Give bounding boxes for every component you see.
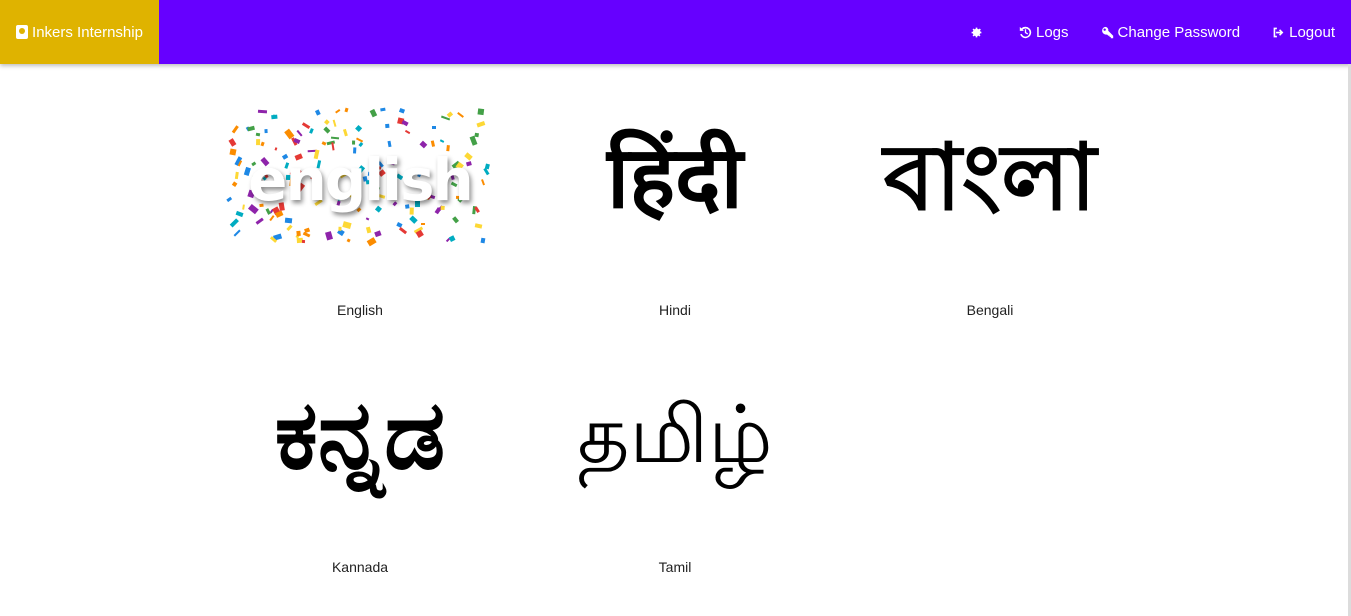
confetti-piece <box>231 125 240 135</box>
settings-button[interactable] <box>954 0 1003 64</box>
confetti-piece <box>230 218 240 228</box>
address-card-icon <box>16 25 29 39</box>
confetti-piece <box>477 108 485 116</box>
confetti-piece <box>323 126 331 133</box>
confetti-piece <box>452 216 459 223</box>
confetti-piece <box>432 126 437 130</box>
language-label-bengali: Bengali <box>966 302 1014 318</box>
confetti-piece <box>355 137 363 143</box>
confetti-piece <box>286 224 293 231</box>
logout-label: Logout <box>1289 23 1335 41</box>
confetti-piece <box>449 235 456 242</box>
history-icon <box>1019 26 1032 38</box>
confetti-piece <box>308 127 314 134</box>
confetti-piece <box>365 216 370 221</box>
confetti-piece <box>331 120 337 128</box>
sign-out-icon <box>1273 27 1284 37</box>
confetti-piece <box>315 109 321 116</box>
confetti-piece <box>255 132 260 136</box>
confetti-piece <box>352 140 356 145</box>
confetti-piece <box>256 217 265 225</box>
confetti-piece <box>469 135 478 146</box>
confetti-piece <box>480 237 485 243</box>
confetti-piece <box>457 112 465 119</box>
confetti-piece <box>398 227 407 235</box>
confetti-piece <box>337 226 342 231</box>
logout-link[interactable]: Logout <box>1256 0 1351 64</box>
confetti-piece <box>269 215 275 222</box>
confetti-piece <box>420 222 425 225</box>
confetti-piece <box>346 238 352 243</box>
top-navbar: Inkers Internship Logs Change Password L… <box>0 0 1351 64</box>
confetti-piece <box>256 139 261 146</box>
confetti-piece <box>344 108 349 113</box>
confetti-piece <box>247 125 255 131</box>
hindi-art-text: हिंदी <box>607 128 743 228</box>
english-art-text: english <box>248 146 474 214</box>
confetti-piece <box>355 124 363 133</box>
confetti-piece <box>342 221 351 229</box>
language-card-kannada[interactable]: ಕನ್ನಡ Kannada <box>205 345 515 585</box>
confetti-piece <box>334 108 341 114</box>
confetti-piece <box>233 229 241 237</box>
confetti-piece <box>370 109 378 118</box>
english-image: english <box>205 88 515 268</box>
confetti-piece <box>342 128 348 136</box>
language-label-kannada: Kannada <box>331 559 389 575</box>
bengali-image: বাংলা <box>835 88 1145 268</box>
confetti-piece <box>374 230 382 238</box>
key-icon <box>1101 26 1113 38</box>
confetti-art: english <box>225 108 495 248</box>
tamil-image: தமிழ் <box>520 345 830 525</box>
tamil-art-text: தமிழ் <box>577 388 773 481</box>
confetti-piece <box>257 109 267 114</box>
nav-menu: Logs Change Password Logout <box>954 0 1351 64</box>
kannada-image: ಕನ್ನಡ <box>205 345 515 525</box>
gear-icon <box>971 27 982 37</box>
confetti-piece <box>475 132 480 137</box>
confetti-piece <box>301 122 310 130</box>
language-label-hindi: Hindi <box>659 302 691 318</box>
language-label-tamil: Tamil <box>658 559 692 575</box>
confetti-piece <box>399 108 406 114</box>
confetti-piece <box>379 108 386 112</box>
confetti-piece <box>296 129 303 137</box>
confetti-piece <box>270 114 278 119</box>
language-card-tamil[interactable]: தமிழ் Tamil <box>520 345 830 585</box>
change-password-link[interactable]: Change Password <box>1085 0 1257 64</box>
confetti-piece <box>264 129 268 134</box>
logs-link[interactable]: Logs <box>1003 0 1085 64</box>
brand-link[interactable]: Inkers Internship <box>0 0 159 64</box>
language-card-bengali[interactable]: বাংলা Bengali <box>835 88 1145 328</box>
confetti-piece <box>366 237 377 246</box>
confetti-piece <box>408 215 418 225</box>
confetti-piece <box>284 217 293 224</box>
confetti-piece <box>323 119 329 125</box>
change-password-label: Change Password <box>1117 23 1241 41</box>
confetti-piece <box>401 119 409 126</box>
bengali-art-text: বাংলা <box>883 124 1097 231</box>
language-label-english: English <box>337 302 383 318</box>
brand-label: Inkers Internship <box>32 23 143 41</box>
language-card-hindi[interactable]: हिंदी Hindi <box>520 88 830 328</box>
language-card-english[interactable]: english English <box>205 88 515 328</box>
confetti-piece <box>384 123 390 129</box>
confetti-piece <box>476 120 486 128</box>
confetti-piece <box>304 227 311 234</box>
logs-label: Logs <box>1036 23 1069 41</box>
confetti-piece <box>366 226 372 233</box>
confetti-piece <box>404 130 411 135</box>
confetti-piece <box>439 139 444 144</box>
confetti-piece <box>474 223 483 229</box>
confetti-piece <box>446 111 453 118</box>
confetti-piece <box>325 230 334 241</box>
hindi-image: हिंदी <box>520 88 830 268</box>
confetti-piece <box>416 229 425 238</box>
kannada-art-text: ಕನ್ನಡ <box>274 379 446 491</box>
confetti-piece <box>296 230 302 236</box>
confetti-piece <box>302 239 306 243</box>
